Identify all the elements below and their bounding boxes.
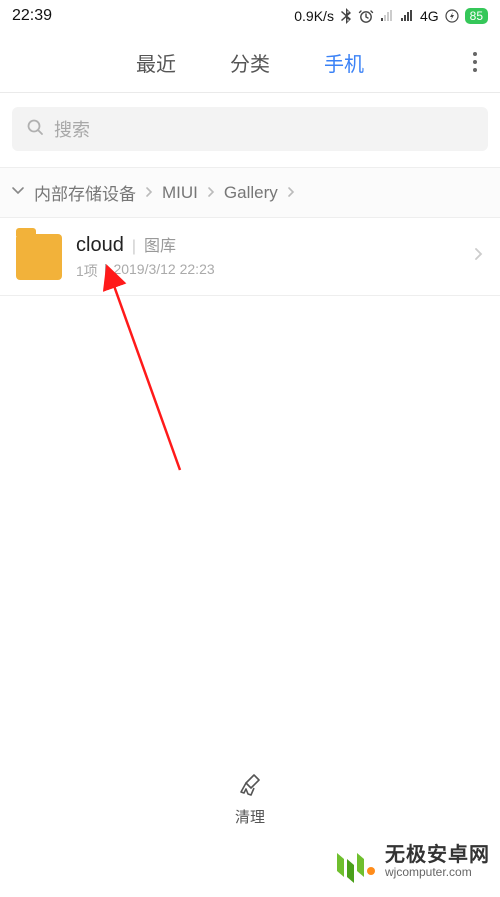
search-icon [26, 118, 44, 141]
status-network: 4G [420, 8, 439, 24]
breadcrumb[interactable]: 内部存储设备 MIUI Gallery [0, 167, 500, 218]
chevron-down-icon[interactable] [10, 182, 26, 203]
folder-icon [16, 234, 62, 280]
separator: | [132, 238, 136, 256]
clean-button[interactable]: 清理 [0, 772, 500, 827]
alarm-icon [358, 8, 374, 24]
signal-2-icon [400, 10, 414, 22]
watermark-url: wjcomputer.com [385, 866, 490, 879]
item-date: 2019/3/12 22:23 [113, 261, 214, 281]
folder-list: cloud | 图库 1项 | 2019/3/12 22:23 [0, 218, 500, 296]
search-input[interactable]: 搜索 [12, 107, 488, 151]
tab-category[interactable]: 分类 [230, 48, 270, 77]
item-tag: 图库 [144, 232, 176, 256]
broom-icon [236, 772, 264, 804]
breadcrumb-seg1[interactable]: MIUI [162, 183, 198, 203]
clean-label: 清理 [235, 806, 265, 827]
watermark: 无极安卓网 wjcomputer.com [333, 839, 490, 885]
breadcrumb-seg2[interactable]: Gallery [224, 183, 278, 203]
status-speed: 0.9K/s [294, 8, 334, 24]
item-count: 1项 [76, 261, 98, 281]
status-right: 0.9K/s 4G 85 [294, 8, 488, 24]
signal-1-icon [380, 10, 394, 22]
item-name: cloud [76, 234, 124, 257]
tab-row: 最近 分类 手机 [0, 32, 500, 92]
status-bar: 22:39 0.9K/s 4G 85 [0, 0, 500, 32]
separator: | [104, 261, 108, 281]
bluetooth-icon [340, 8, 352, 24]
chevron-right-icon [206, 183, 216, 203]
status-battery: 85 [465, 8, 488, 24]
tab-recent[interactable]: 最近 [136, 48, 176, 77]
breadcrumb-root[interactable]: 内部存储设备 [34, 180, 136, 205]
chevron-right-icon [144, 183, 154, 203]
status-time: 22:39 [12, 7, 52, 25]
more-icon[interactable] [472, 51, 478, 73]
list-item[interactable]: cloud | 图库 1项 | 2019/3/12 22:23 [0, 218, 500, 296]
charge-icon [445, 9, 459, 23]
chevron-right-icon [472, 246, 484, 267]
chevron-right-icon [286, 183, 296, 203]
watermark-name: 无极安卓网 [385, 844, 490, 866]
watermark-logo-icon [333, 839, 379, 885]
tab-phone[interactable]: 手机 [324, 48, 364, 77]
search-placeholder: 搜索 [54, 116, 90, 142]
